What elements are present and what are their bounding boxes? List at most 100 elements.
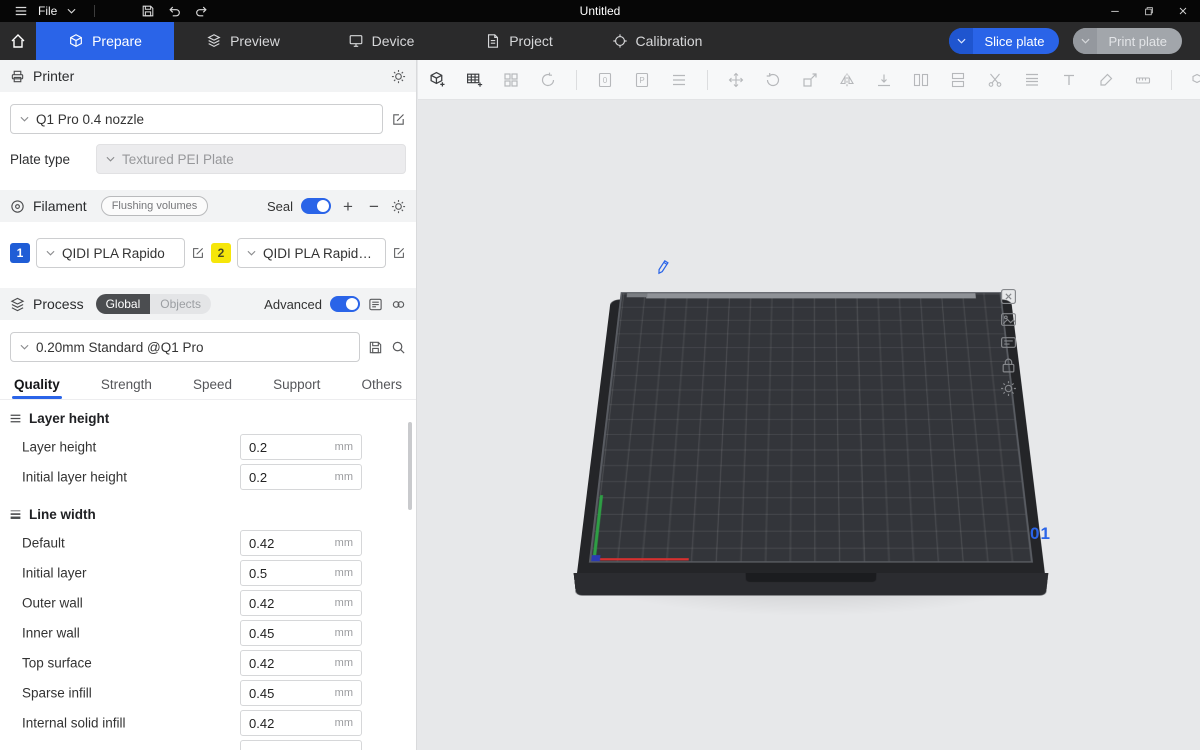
edit-filament-1-icon[interactable]	[191, 246, 205, 260]
edit-printer-icon[interactable]	[391, 112, 406, 127]
param-value: 0.42	[249, 656, 335, 671]
tab-support[interactable]: Support	[273, 377, 320, 399]
tab-prepare[interactable]: Prepare	[36, 22, 174, 60]
slice-plate-button[interactable]: Slice plate	[949, 28, 1059, 54]
printer-preset-select[interactable]: Q1 Pro 0.4 nozzle	[10, 104, 383, 134]
param-input-partial[interactable]	[240, 740, 362, 750]
remove-filament-button[interactable]: −	[365, 198, 383, 215]
param-label: Internal solid infill	[22, 716, 126, 731]
paint-tool-icon[interactable]	[1095, 69, 1117, 91]
param-value: 0.2	[249, 440, 335, 455]
variable-layer-height-icon[interactable]	[1021, 69, 1043, 91]
plate-type-label: Plate type	[10, 152, 96, 167]
object-list-icon[interactable]	[668, 69, 690, 91]
delete-plate-icon[interactable]	[998, 286, 1018, 306]
line-width-outer-wall-input[interactable]: 0.42 mm	[240, 590, 362, 616]
printer-settings-gear-icon[interactable]	[391, 69, 406, 84]
filament-1-select[interactable]: QIDI PLA Rapido	[36, 238, 185, 268]
minimize-button[interactable]	[1098, 0, 1132, 22]
home-button[interactable]	[0, 22, 36, 60]
save-icon[interactable]	[135, 4, 161, 18]
assembly-view-icon[interactable]	[1189, 69, 1200, 91]
sidebar-scrollbar[interactable]	[408, 422, 412, 510]
file-menu[interactable]: File	[34, 4, 61, 18]
rotate-icon[interactable]	[762, 69, 784, 91]
plate-actions	[998, 286, 1018, 398]
search-presets-icon[interactable]	[391, 340, 406, 355]
edit-filament-2-icon[interactable]	[392, 246, 406, 260]
print-plate-button[interactable]: Print plate	[1073, 28, 1182, 54]
cut-icon[interactable]	[984, 69, 1006, 91]
line-width-inner-wall-input[interactable]: 0.45 mm	[240, 620, 362, 646]
advanced-toggle[interactable]	[330, 296, 360, 312]
plate-name-icon[interactable]	[998, 332, 1018, 352]
process-preset-select[interactable]: 0.20mm Standard @Q1 Pro	[10, 332, 360, 362]
compare-presets-icon[interactable]	[391, 297, 406, 312]
tab-others[interactable]: Others	[361, 377, 402, 399]
process-scope-toggle[interactable]: Global Objects	[96, 294, 211, 314]
add-object-icon[interactable]	[426, 69, 448, 91]
add-plate-icon[interactable]	[463, 69, 485, 91]
layer-height-input[interactable]: 0.2 mm	[240, 434, 362, 460]
line-width-sparse-infill-input[interactable]: 0.45 mm	[240, 680, 362, 706]
mirror-icon[interactable]	[836, 69, 858, 91]
split-to-objects-icon[interactable]	[910, 69, 932, 91]
chevron-down-icon	[247, 250, 256, 256]
file-menu-chevron-icon[interactable]	[61, 8, 82, 14]
tab-quality[interactable]: Quality	[14, 377, 60, 399]
plate-edit-pencil-icon[interactable]	[655, 259, 672, 276]
scope-objects[interactable]: Objects	[150, 294, 211, 314]
filament-settings-gear-icon[interactable]	[391, 199, 406, 214]
line-width-top-surface-input[interactable]: 0.42 mm	[240, 650, 362, 676]
scope-global[interactable]: Global	[96, 294, 151, 314]
auto-arrange-icon[interactable]	[500, 69, 522, 91]
filament-section-title: Filament	[33, 198, 87, 214]
plate-image-icon[interactable]	[998, 309, 1018, 329]
close-button[interactable]	[1166, 0, 1200, 22]
printer-icon	[10, 69, 25, 84]
tab-speed[interactable]: Speed	[193, 377, 232, 399]
app-window: File Untitled	[0, 0, 1200, 750]
plate-surface[interactable]	[589, 292, 1033, 563]
printer-preset-row: Q1 Pro 0.4 nozzle	[0, 92, 416, 134]
undo-icon[interactable]	[161, 4, 188, 18]
chevron-down-icon	[20, 344, 29, 350]
filament-1-badge[interactable]: 1	[10, 243, 30, 263]
tab-project[interactable]: Project	[450, 22, 588, 60]
tab-label: Device	[372, 33, 415, 49]
text-tool-icon[interactable]	[1058, 69, 1080, 91]
seal-toggle[interactable]	[301, 198, 331, 214]
viewport-3d[interactable]: 01	[418, 100, 1200, 750]
print-dropdown-icon[interactable]	[1073, 28, 1097, 54]
filament-2-badge[interactable]: 2	[211, 243, 231, 263]
auto-orient-icon[interactable]	[537, 69, 559, 91]
measure-icon[interactable]	[1132, 69, 1154, 91]
scale-icon[interactable]	[799, 69, 821, 91]
lay-flat-icon[interactable]	[873, 69, 895, 91]
plate-settings-icon[interactable]	[998, 378, 1018, 398]
tab-calibration[interactable]: Calibration	[588, 22, 726, 60]
initial-layer-height-input[interactable]: 0.2 mm	[240, 464, 362, 490]
param-label: Sparse infill	[22, 686, 92, 701]
hamburger-menu-icon[interactable]	[8, 4, 34, 18]
move-icon[interactable]	[725, 69, 747, 91]
parameter-table-p-icon[interactable]: P	[631, 69, 653, 91]
tab-device[interactable]: Device	[312, 22, 450, 60]
tab-strength[interactable]: Strength	[101, 377, 152, 399]
restore-button[interactable]	[1132, 0, 1166, 22]
redo-icon[interactable]	[188, 4, 215, 18]
line-width-initial-layer-input[interactable]: 0.5 mm	[240, 560, 362, 586]
filament-2-select[interactable]: QIDI PLA Rapido M...	[237, 238, 386, 268]
plate-type-select[interactable]: Textured PEI Plate	[96, 144, 406, 174]
line-width-default-input[interactable]: 0.42 mm	[240, 530, 362, 556]
line-width-internal-solid-input[interactable]: 0.42 mm	[240, 710, 362, 736]
split-to-parts-icon[interactable]	[947, 69, 969, 91]
add-filament-button[interactable]: +	[339, 198, 357, 215]
parameter-list-icon[interactable]	[368, 297, 383, 312]
lock-plate-icon[interactable]	[998, 355, 1018, 375]
parameter-table-0-icon[interactable]: 0	[594, 69, 616, 91]
slice-dropdown-icon[interactable]	[949, 28, 973, 54]
save-preset-icon[interactable]	[368, 340, 383, 355]
tab-preview[interactable]: Preview	[174, 22, 312, 60]
flushing-volumes-button[interactable]: Flushing volumes	[101, 196, 209, 216]
